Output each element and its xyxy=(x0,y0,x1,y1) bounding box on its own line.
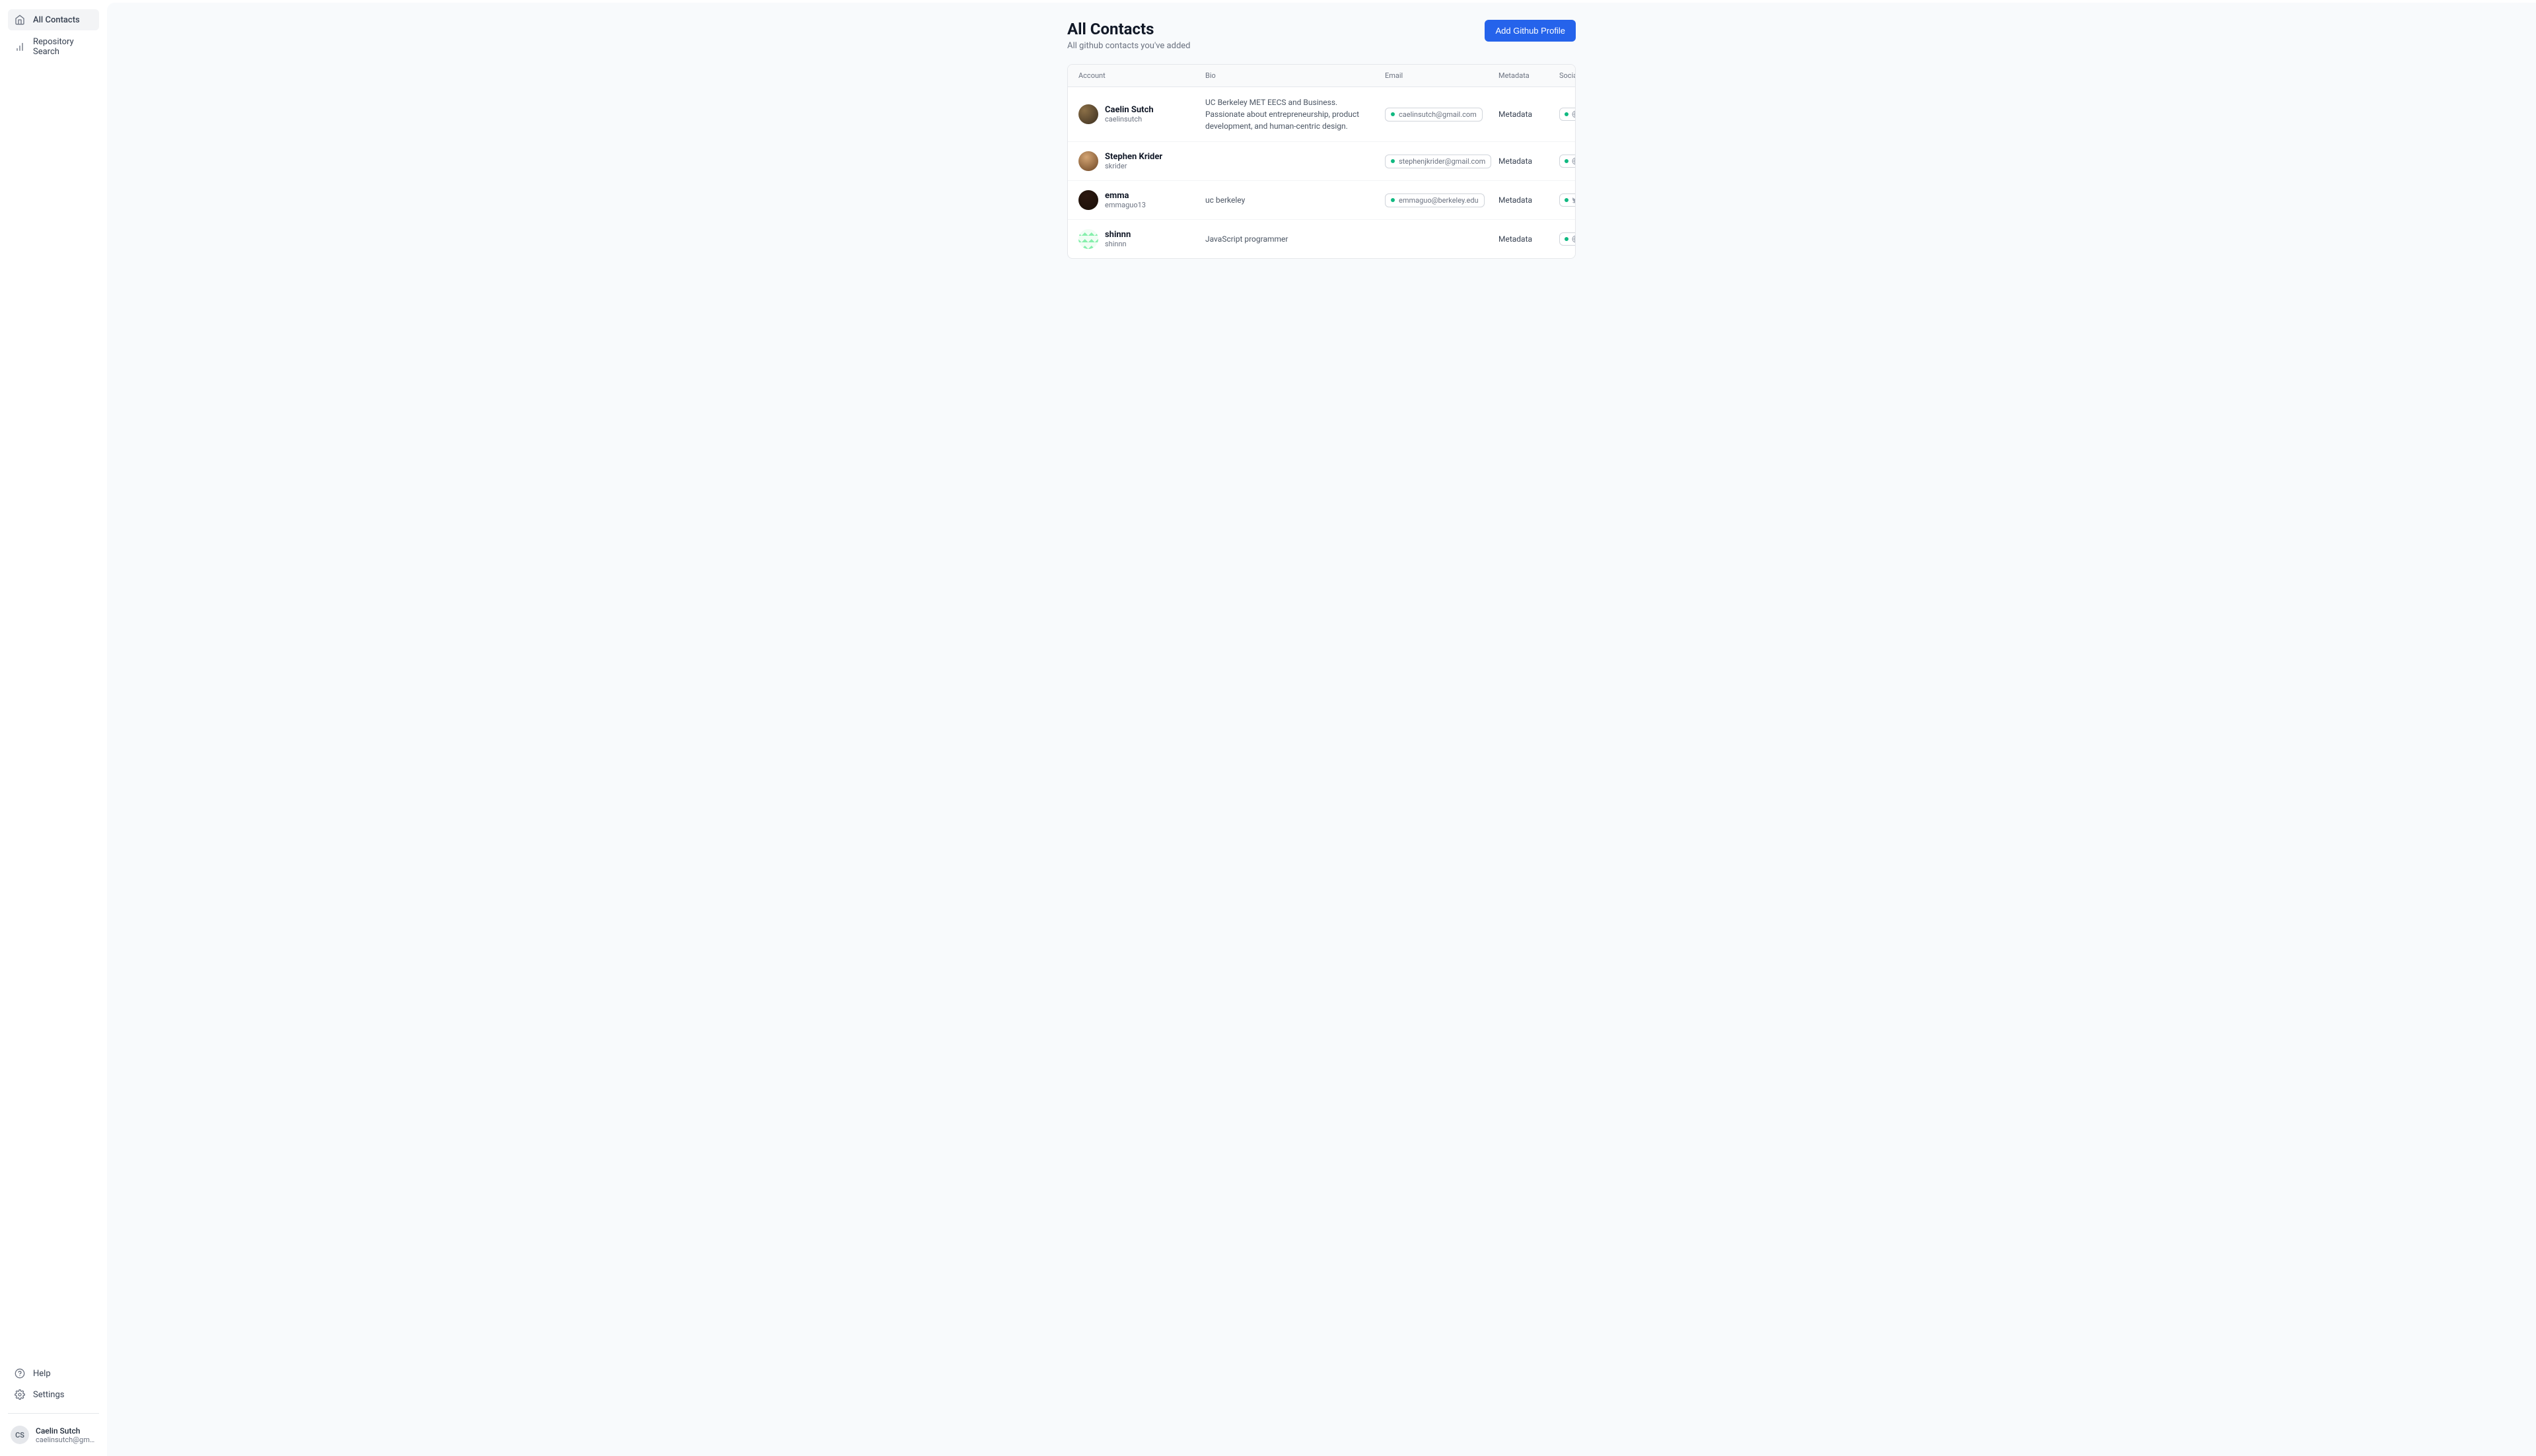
user-email: caelinsutch@gmail.com xyxy=(36,1436,96,1444)
metadata-link[interactable]: Metadata xyxy=(1498,110,1551,119)
table-row[interactable]: Caelin Sutchcaelinsutch UC Berkeley MET E… xyxy=(1068,87,1575,142)
home-icon xyxy=(15,15,25,25)
contact-name: shinnn xyxy=(1105,230,1131,240)
status-dot-icon xyxy=(1391,198,1395,202)
table-body: Caelin Sutchcaelinsutch UC Berkeley MET E… xyxy=(1068,87,1575,258)
sidebar-item-label: Help xyxy=(33,1369,51,1379)
page-title: All Contacts xyxy=(1067,20,1191,38)
account-cell: emmaemmaguo13 xyxy=(1078,190,1197,210)
column-header-metadata: Metadata xyxy=(1498,71,1551,80)
twitter-icon xyxy=(1572,196,1576,204)
metadata-link[interactable]: Metadata xyxy=(1498,156,1551,166)
main: All Contacts All github contacts you've … xyxy=(107,3,2536,1456)
main-content: All Contacts All github contacts you've … xyxy=(1054,3,1589,276)
account-cell: shinnnshinnn xyxy=(1078,229,1197,249)
email-cell: emmaguo@berkeley.edu xyxy=(1385,193,1491,207)
account-cell: Stephen Kriderskrider xyxy=(1078,151,1197,171)
contact-username: skrider xyxy=(1105,162,1162,170)
bar-chart-icon xyxy=(15,42,25,52)
status-dot-icon xyxy=(1565,112,1568,116)
email-badge[interactable]: stephenjkrider@gmail.com xyxy=(1385,155,1491,168)
socials-cell xyxy=(1559,232,1576,246)
social-badge-globe[interactable] xyxy=(1559,155,1576,168)
table-row[interactable]: shinnnshinnn JavaScript programmer Metadat… xyxy=(1068,220,1575,258)
account-info: shinnnshinnn xyxy=(1105,230,1131,248)
status-dot-icon xyxy=(1391,159,1395,163)
sidebar-item-label: Settings xyxy=(33,1390,64,1400)
contact-avatar xyxy=(1078,190,1098,210)
email-badge[interactable]: emmaguo@berkeley.edu xyxy=(1385,193,1485,207)
email-text: caelinsutch@gmail.com xyxy=(1399,110,1477,119)
sidebar-nav: All Contacts Repository Search xyxy=(8,9,99,1364)
globe-icon xyxy=(1572,235,1576,243)
status-dot-icon xyxy=(1565,198,1568,202)
contact-username: shinnn xyxy=(1105,240,1131,248)
socials-cell xyxy=(1559,108,1576,121)
contacts-table: Account Bio Email Metadata Socials Caeli… xyxy=(1067,64,1576,259)
bio-cell: JavaScript programmer xyxy=(1205,233,1377,245)
contact-name: emma xyxy=(1105,191,1146,201)
email-text: stephenjkrider@gmail.com xyxy=(1399,157,1485,166)
globe-icon xyxy=(1572,110,1576,118)
sidebar-item-label: All Contacts xyxy=(33,15,80,25)
socials-cell xyxy=(1559,155,1576,168)
column-header-bio: Bio xyxy=(1205,71,1377,80)
contact-name: Caelin Sutch xyxy=(1105,105,1154,115)
sidebar: All Contacts Repository Search Help Sett… xyxy=(0,0,107,1456)
contact-username: emmaguo13 xyxy=(1105,201,1146,209)
status-dot-icon xyxy=(1565,159,1568,163)
sidebar-footer: Help Settings CS Caelin Sutch caelinsutc… xyxy=(8,1364,99,1447)
user-info: Caelin Sutch caelinsutch@gmail.com xyxy=(36,1426,96,1444)
status-dot-icon xyxy=(1565,237,1568,241)
column-header-email: Email xyxy=(1385,71,1491,80)
sidebar-item-settings[interactable]: Settings xyxy=(8,1385,99,1404)
add-github-profile-button[interactable]: Add Github Profile xyxy=(1485,20,1576,42)
sidebar-item-help[interactable]: Help xyxy=(8,1364,99,1383)
user-name: Caelin Sutch xyxy=(36,1426,96,1436)
page-subtitle: All github contacts you've added xyxy=(1067,41,1191,51)
header-text: All Contacts All github contacts you've … xyxy=(1067,20,1191,51)
status-dot-icon xyxy=(1391,112,1395,116)
globe-icon xyxy=(1572,157,1576,165)
header-row: All Contacts All github contacts you've … xyxy=(1067,20,1576,51)
contact-username: caelinsutch xyxy=(1105,115,1154,123)
user-profile[interactable]: CS Caelin Sutch caelinsutch@gmail.com xyxy=(8,1423,99,1447)
table-header: Account Bio Email Metadata Socials xyxy=(1068,65,1575,87)
social-badge-twitter[interactable] xyxy=(1559,193,1576,207)
sidebar-item-label: Repository Search xyxy=(33,37,92,57)
email-cell: stephenjkrider@gmail.com xyxy=(1385,155,1491,168)
contact-name: Stephen Krider xyxy=(1105,152,1162,162)
account-info: Stephen Kriderskrider xyxy=(1105,152,1162,170)
contact-avatar xyxy=(1078,151,1098,171)
help-icon xyxy=(15,1368,25,1379)
social-badge-globe[interactable] xyxy=(1559,108,1576,121)
metadata-link[interactable]: Metadata xyxy=(1498,234,1551,244)
bio-cell: uc berkeley xyxy=(1205,194,1377,206)
socials-cell xyxy=(1559,193,1576,207)
divider xyxy=(8,1413,99,1414)
email-cell: caelinsutch@gmail.com xyxy=(1385,108,1491,121)
account-cell: Caelin Sutchcaelinsutch xyxy=(1078,104,1197,124)
sidebar-item-all-contacts[interactable]: All Contacts xyxy=(8,9,99,30)
email-badge[interactable]: caelinsutch@gmail.com xyxy=(1385,108,1483,121)
account-info: emmaemmaguo13 xyxy=(1105,191,1146,209)
column-header-socials: Socials xyxy=(1559,71,1576,80)
gear-icon xyxy=(15,1389,25,1400)
avatar: CS xyxy=(11,1426,29,1444)
email-text: emmaguo@berkeley.edu xyxy=(1399,196,1479,205)
contact-avatar xyxy=(1078,104,1098,124)
contact-avatar xyxy=(1078,229,1098,249)
account-info: Caelin Sutchcaelinsutch xyxy=(1105,105,1154,123)
bio-cell: UC Berkeley MET EECS and Business. Passi… xyxy=(1205,96,1377,132)
table-row[interactable]: emmaemmaguo13 uc berkeley emmaguo@berkeley… xyxy=(1068,181,1575,220)
sidebar-item-repository-search[interactable]: Repository Search xyxy=(8,32,99,62)
column-header-account: Account xyxy=(1078,71,1197,80)
table-row[interactable]: Stephen Kriderskrider stephenjkrider@gmai… xyxy=(1068,142,1575,181)
metadata-link[interactable]: Metadata xyxy=(1498,195,1551,205)
social-badge-globe[interactable] xyxy=(1559,232,1576,246)
